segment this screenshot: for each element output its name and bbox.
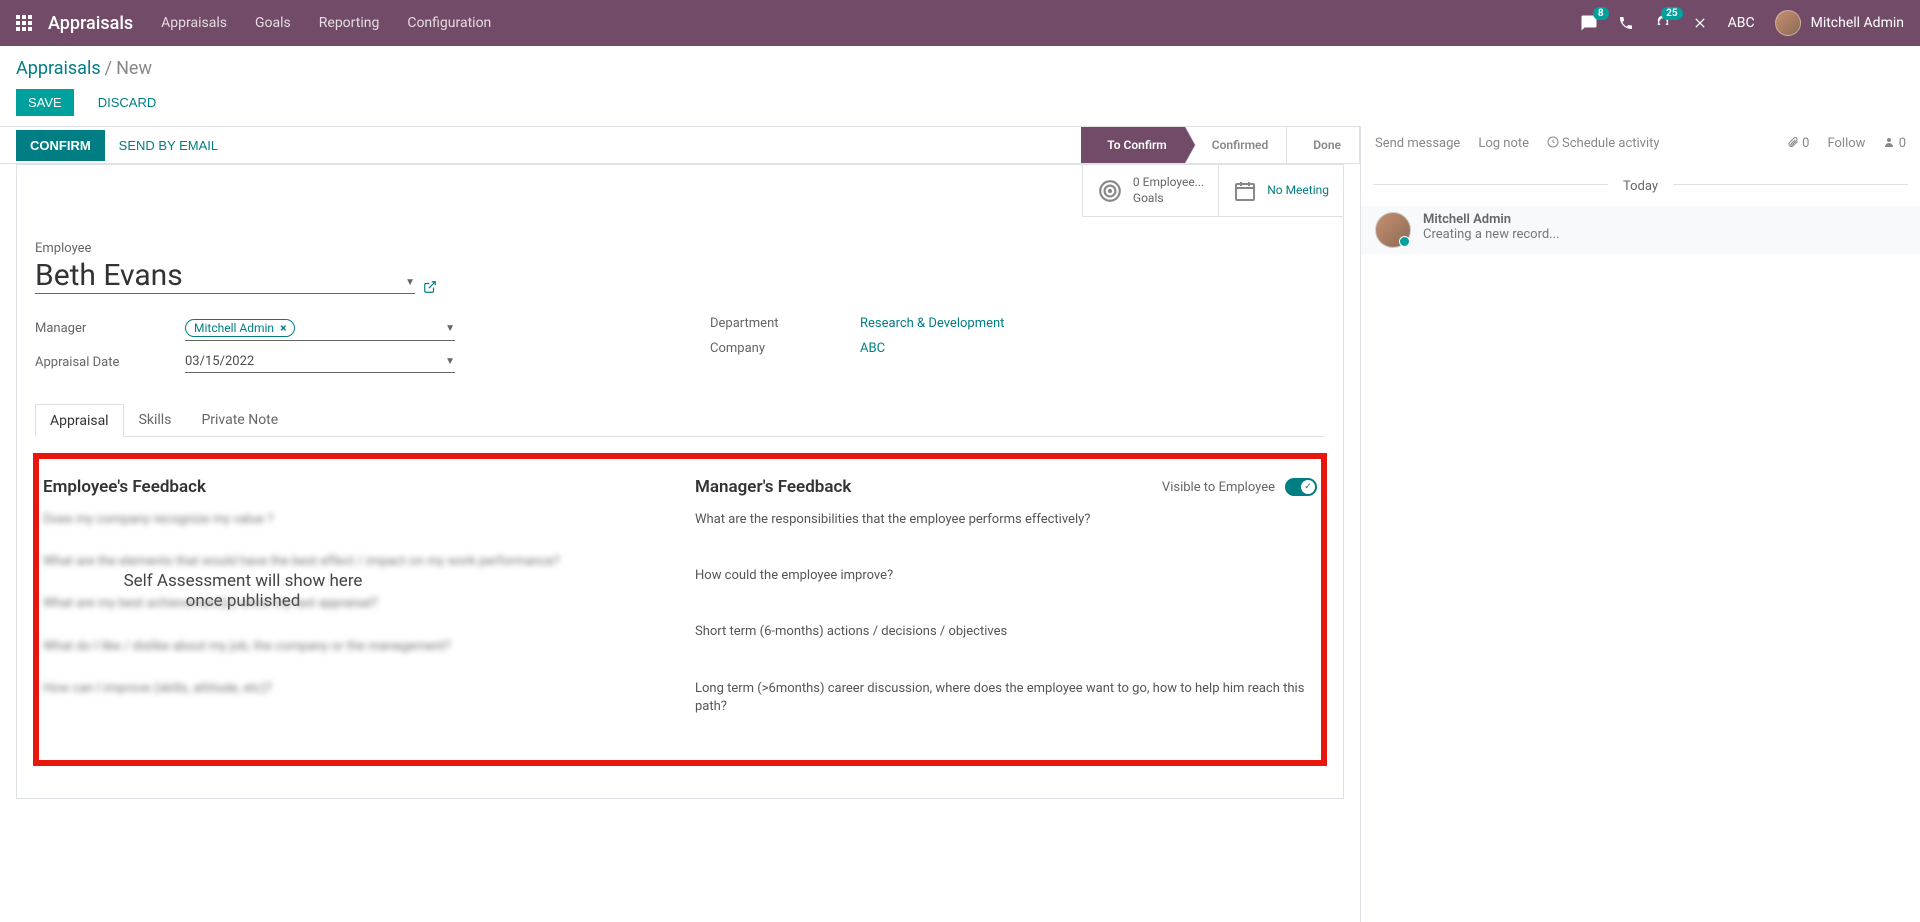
visible-to-employee-toggle[interactable]: [1285, 478, 1317, 496]
menu-goals[interactable]: Goals: [255, 15, 291, 31]
external-link-icon[interactable]: [423, 280, 437, 294]
tab-appraisal[interactable]: Appraisal: [35, 404, 124, 437]
form-sheet: 0 Employee... Goals No Meeting Employee …: [16, 164, 1344, 799]
menu-appraisals[interactable]: Appraisals: [161, 15, 227, 31]
send-message-button[interactable]: Send message: [1375, 136, 1460, 151]
calendar-icon: [1233, 179, 1257, 203]
user-avatar-icon: [1775, 10, 1801, 36]
emp-question: What do I like / dislike about my job, t…: [43, 638, 665, 656]
goals-stat-line1: 0 Employee...: [1133, 175, 1204, 191]
menu-configuration[interactable]: Configuration: [407, 15, 491, 31]
department-label: Department: [710, 316, 860, 331]
employee-field[interactable]: Beth Evans: [35, 258, 395, 293]
attachments-button[interactable]: 0: [1787, 136, 1810, 151]
activities-badge: 25: [1661, 7, 1682, 20]
company-switcher[interactable]: ABC: [1728, 15, 1755, 31]
breadcrumb-root[interactable]: Appraisals: [16, 58, 101, 79]
status-bar: Confirm Send By Email To Confirm Confirm…: [0, 126, 1360, 164]
chatter: Send message Log note Schedule activity …: [1360, 126, 1920, 922]
message-author: Mitchell Admin: [1423, 212, 1560, 227]
emp-question: What are my best achievement(s) since my…: [43, 595, 665, 613]
followers-button[interactable]: 0: [1883, 136, 1906, 151]
log-note-button[interactable]: Log note: [1478, 136, 1529, 151]
goals-stat-button[interactable]: 0 Employee... Goals: [1082, 165, 1218, 216]
remove-tag-icon[interactable]: ×: [280, 321, 286, 335]
mgr-question[interactable]: Long term (>6months) career discussion, …: [695, 680, 1317, 716]
visible-to-employee-label: Visible to Employee: [1162, 480, 1275, 495]
status-confirmed[interactable]: Confirmed: [1186, 127, 1287, 163]
emp-question: How can I improve (skills, attitude, etc…: [43, 680, 665, 698]
status-done[interactable]: Done: [1287, 127, 1360, 163]
message-text: Creating a new record...: [1423, 227, 1560, 242]
manager-label: Manager: [35, 321, 185, 336]
breadcrumb: Appraisals/New: [16, 58, 1904, 79]
mgr-question[interactable]: Short term (6-months) actions / decision…: [695, 623, 1317, 641]
mgr-question[interactable]: How could the employee improve?: [695, 567, 1317, 585]
meeting-stat-button[interactable]: No Meeting: [1218, 165, 1343, 216]
company-label: Company: [710, 341, 860, 356]
main-menu: Appraisals Goals Reporting Configuration: [161, 15, 491, 31]
date-dropdown-icon[interactable]: ▼: [445, 356, 455, 367]
apps-icon[interactable]: [16, 15, 32, 31]
employee-dropdown-icon[interactable]: ▼: [405, 277, 415, 288]
chatter-date-separator: Today: [1361, 161, 1920, 206]
appraisal-date-field[interactable]: 03/15/2022▼: [185, 351, 455, 373]
mgr-question[interactable]: What are the responsibilities that the e…: [695, 511, 1317, 529]
app-brand[interactable]: Appraisals: [48, 13, 133, 34]
save-button[interactable]: Save: [16, 89, 74, 116]
meeting-stat-text: No Meeting: [1267, 183, 1329, 199]
department-field[interactable]: Research & Development: [860, 316, 1325, 331]
user-name: Mitchell Admin: [1811, 15, 1904, 31]
schedule-activity-button[interactable]: Schedule activity: [1547, 136, 1660, 151]
user-menu[interactable]: Mitchell Admin: [1775, 10, 1904, 36]
appraisal-date-label: Appraisal Date: [35, 355, 185, 370]
person-icon: [1883, 136, 1895, 148]
goals-stat-line2: Goals: [1133, 191, 1204, 207]
tab-skills[interactable]: Skills: [124, 403, 187, 436]
manager-field[interactable]: Mitchell Admin× ▼: [185, 316, 455, 341]
clock-icon: [1547, 136, 1559, 148]
debug-icon[interactable]: [1692, 15, 1708, 31]
menu-reporting[interactable]: Reporting: [319, 15, 380, 31]
confirm-button[interactable]: Confirm: [16, 130, 105, 161]
follow-button[interactable]: Follow: [1827, 136, 1865, 151]
control-panel: Appraisals/New Save Discard: [0, 46, 1920, 126]
company-field[interactable]: ABC: [860, 341, 1325, 356]
messages-badge: 8: [1593, 7, 1609, 20]
breadcrumb-current: New: [116, 58, 152, 79]
discard-button[interactable]: Discard: [86, 89, 169, 116]
message-avatar-icon: [1375, 212, 1411, 248]
employee-feedback-title: Employee's Feedback: [43, 477, 206, 497]
send-by-email-button[interactable]: Send By Email: [105, 130, 232, 161]
activities-icon[interactable]: 25: [1654, 14, 1672, 32]
paperclip-icon: [1787, 136, 1799, 148]
manager-feedback-title: Manager's Feedback: [695, 477, 851, 497]
manager-dropdown-icon[interactable]: ▼: [445, 323, 455, 334]
chatter-message: Mitchell Admin Creating a new record...: [1361, 206, 1920, 254]
target-icon: [1097, 178, 1123, 204]
emp-question: What are the elements that would have th…: [43, 553, 665, 571]
feedback-highlight: Employee's Feedback Self Assessment will…: [33, 453, 1327, 766]
tab-private-note[interactable]: Private Note: [186, 403, 293, 436]
top-navbar: Appraisals Appraisals Goals Reporting Co…: [0, 0, 1920, 46]
status-to-confirm[interactable]: To Confirm: [1081, 127, 1186, 163]
notebook-tabs: Appraisal Skills Private Note: [35, 403, 1325, 437]
phone-icon[interactable]: [1618, 15, 1634, 31]
emp-question: Does my company recognize my value ?: [43, 511, 665, 529]
messages-icon[interactable]: 8: [1580, 14, 1598, 32]
manager-tag[interactable]: Mitchell Admin×: [185, 319, 295, 337]
